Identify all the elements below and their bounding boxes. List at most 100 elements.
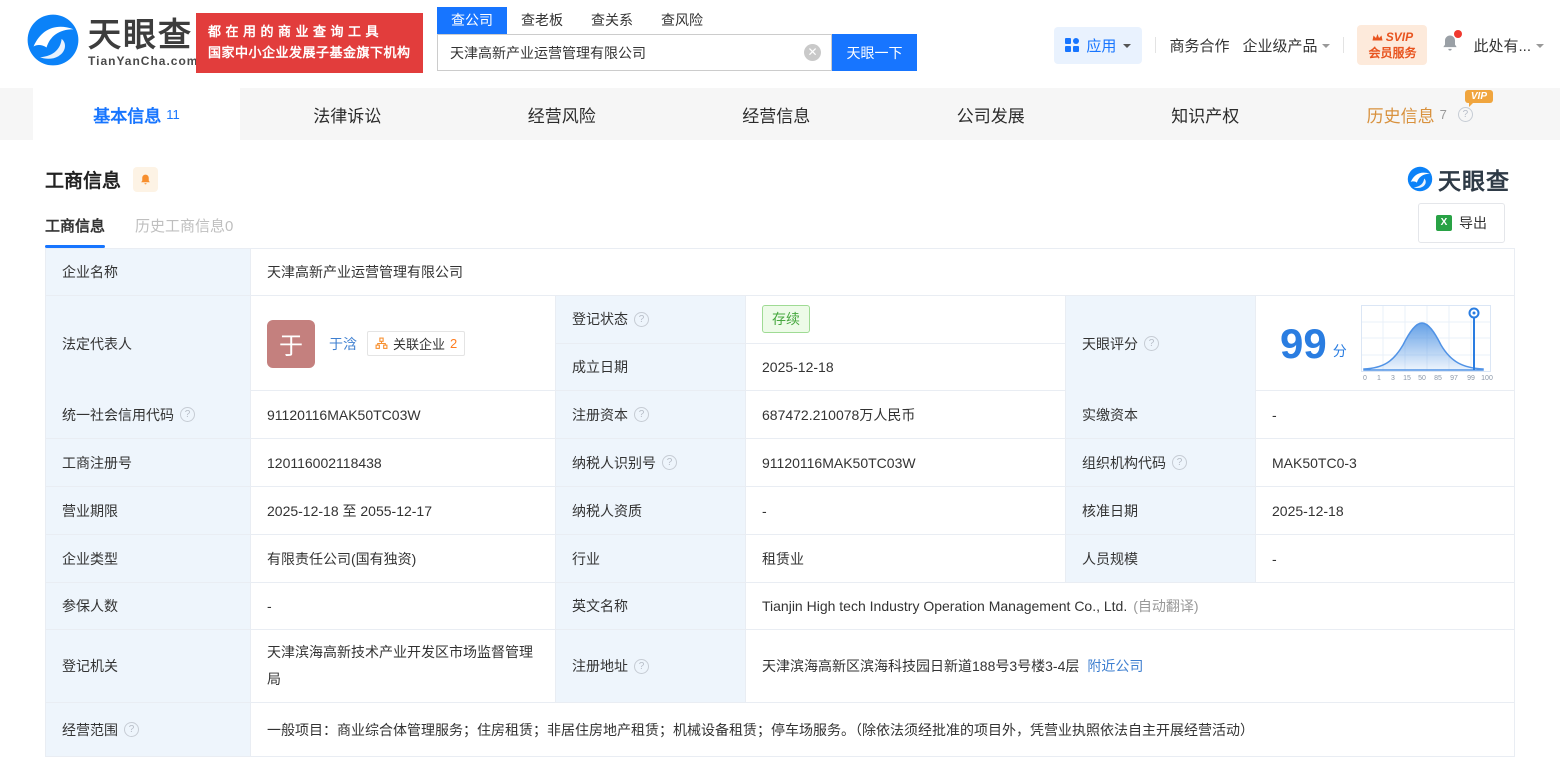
- table-row: 营业期限 2025-12-18 至 2055-12-17 纳税人资质 - 核准日…: [46, 487, 1514, 535]
- help-icon[interactable]: ?: [634, 658, 649, 674]
- search-tab-risk[interactable]: 查风险: [647, 7, 717, 34]
- search-tab-company[interactable]: 查公司: [437, 7, 507, 34]
- tab-basic-info[interactable]: 基本信息 11: [33, 88, 240, 140]
- tab-label: 经营风险: [527, 106, 596, 126]
- help-icon[interactable]: ?: [124, 722, 139, 737]
- header-menu: 应用 商务合作 企业级产品 SVIP 会员服务 此处有...: [1054, 25, 1544, 66]
- tab-label: 历史信息: [1366, 106, 1435, 126]
- excel-icon: X: [1436, 215, 1452, 231]
- business-term-value: 2025-12-18 至 2055-12-17: [251, 487, 556, 534]
- tianyancha-logo[interactable]: 天眼查 TianYanCha.com: [26, 13, 198, 72]
- logo-swirl-icon: [26, 13, 80, 72]
- org-code-label-cell: 组织机构代码 ?: [1066, 439, 1256, 486]
- staff-size-value: -: [1272, 550, 1277, 567]
- taxpayer-id-label: 纳税人识别号: [572, 454, 656, 471]
- legal-rep-name-link[interactable]: 于浛: [329, 334, 357, 354]
- established-value: 2025-12-18: [762, 358, 834, 375]
- score-value: 99: [1280, 319, 1327, 367]
- reg-number-label: 工商注册号: [46, 439, 251, 486]
- tab-label: 经营信息: [742, 106, 811, 126]
- taxpayer-id-label-cell: 纳税人识别号 ?: [556, 439, 746, 486]
- english-name-value: Tianjin High tech Industry Operation Man…: [762, 598, 1128, 614]
- search-tab-relation[interactable]: 查关系: [577, 7, 647, 34]
- reg-number-value: 120116002118438: [251, 439, 556, 486]
- subtab-business-info[interactable]: 工商信息: [45, 215, 106, 248]
- staff-size-label: 人员规模: [1066, 535, 1256, 582]
- related-companies-badge[interactable]: 关联企业 2: [367, 331, 466, 356]
- business-info-section-head: 工商信息 天眼查 工商信息 历史工商信息0 X 导出: [0, 140, 1560, 248]
- table-row: 法定代表人 于 于浛 关联企业 2 登记状态 ? 存续 成立日期 2025-12…: [46, 296, 1514, 391]
- clear-search-icon[interactable]: ✕: [804, 44, 821, 61]
- industry-value: 租赁业: [746, 535, 1066, 582]
- help-icon[interactable]: ?: [1172, 455, 1187, 470]
- table-row: 登记机关 天津滨海高新技术产业开发区市场监督管理局 注册地址 ? 天津滨海高新区…: [46, 630, 1514, 703]
- tab-history-info[interactable]: VIP 历史信息 7 ?: [1313, 88, 1528, 140]
- auto-translate-note: (自动翻译): [1133, 598, 1199, 614]
- menu-business-cooperation[interactable]: 商务合作: [1169, 35, 1229, 56]
- reg-address-label: 注册地址: [572, 658, 628, 674]
- score-distribution-chart: 0 1 3 15 50 85 97 99 100: [1360, 304, 1493, 382]
- help-icon[interactable]: ?: [1457, 106, 1473, 122]
- help-icon[interactable]: ?: [180, 407, 195, 422]
- export-button[interactable]: X 导出: [1418, 203, 1505, 243]
- tab-operating-risk[interactable]: 经营风险: [455, 88, 670, 140]
- business-scope-label: 经营范围: [62, 721, 118, 738]
- reg-address-label-cell: 注册地址 ?: [556, 630, 746, 702]
- reg-capital-label: 注册资本: [572, 406, 628, 423]
- reg-status-label: 登记状态: [572, 311, 628, 328]
- subscribe-bell-icon[interactable]: [133, 167, 159, 192]
- established-label: 成立日期: [556, 343, 746, 390]
- reg-address-cell: 天津滨海高新区滨海科技园日新道188号3号楼3-4层 附近公司: [746, 630, 1514, 702]
- legal-rep-avatar[interactable]: 于: [267, 319, 315, 368]
- company-name-value: 天津高新产业运营管理有限公司: [267, 264, 463, 280]
- reg-authority-value: 天津滨海高新技术产业开发区市场监督管理局: [251, 630, 556, 702]
- table-row: 企业名称 天津高新产业运营管理有限公司: [46, 249, 1514, 296]
- tab-company-development[interactable]: 公司发展: [884, 88, 1099, 140]
- score-unit: 分: [1332, 342, 1347, 359]
- slogan-line2: 国家中小企业发展子基金旗下机构: [208, 44, 411, 60]
- svip-line2: 会员服务: [1368, 46, 1417, 61]
- search-tab-boss[interactable]: 查老板: [507, 7, 577, 34]
- svip-member-button[interactable]: SVIP 会员服务: [1357, 25, 1428, 66]
- business-term-label: 营业期限: [46, 487, 251, 534]
- tab-legal-proceedings[interactable]: 法律诉讼: [240, 88, 455, 140]
- svg-text:1: 1: [1377, 375, 1381, 382]
- insured-value: -: [251, 583, 556, 629]
- search-input[interactable]: [437, 34, 832, 71]
- help-icon[interactable]: ?: [1144, 336, 1159, 351]
- company-type-label: 企业类型: [46, 535, 251, 582]
- svg-text:0: 0: [1363, 375, 1367, 382]
- help-icon[interactable]: ?: [634, 407, 649, 422]
- apps-menu[interactable]: 应用: [1054, 26, 1143, 64]
- user-label: 此处有...: [1473, 37, 1531, 55]
- score-cell: 99 分 0 1 3 15 50 85 97 99 100: [1256, 296, 1514, 391]
- score-label-cell: 天眼评分 ?: [1066, 296, 1256, 391]
- menu-enterprise-products[interactable]: 企业级产品: [1242, 35, 1331, 56]
- legal-rep-label: 法定代表人: [46, 296, 251, 391]
- divider: [1343, 37, 1345, 54]
- svg-text:85: 85: [1434, 375, 1442, 382]
- svg-text:50: 50: [1418, 375, 1426, 382]
- subtab-history-business-info[interactable]: 历史工商信息0: [135, 215, 233, 248]
- help-icon[interactable]: ?: [662, 455, 677, 470]
- related-badge-count: 2: [450, 336, 458, 351]
- related-badge-label: 关联企业: [393, 337, 446, 352]
- credit-code-label-cell: 统一社会信用代码 ?: [46, 391, 251, 438]
- help-icon[interactable]: ?: [634, 311, 649, 327]
- crown-icon: [1372, 33, 1383, 41]
- slogan-line1: 都在用的商业查询工具: [208, 24, 384, 39]
- svip-line1: SVIP: [1385, 30, 1414, 44]
- apps-label: 应用: [1086, 37, 1117, 55]
- search-button[interactable]: 天眼一下: [832, 34, 917, 71]
- nearby-companies-link[interactable]: 附近公司: [1087, 656, 1143, 676]
- tab-operating-info[interactable]: 经营信息: [669, 88, 884, 140]
- status-badge: 存续: [762, 305, 810, 334]
- notification-bell-icon[interactable]: [1440, 30, 1463, 57]
- table-row: 统一社会信用代码 ? 91120116MAK50TC03W 注册资本 ? 687…: [46, 391, 1514, 439]
- industry-label: 行业: [556, 535, 746, 582]
- table-row: 经营范围 ? 一般项目：商业综合体管理服务；住房租赁；非居住房地产租赁；机械设备…: [46, 703, 1514, 756]
- insured-label: 参保人数: [46, 583, 251, 629]
- company-name-label: 企业名称: [46, 249, 251, 295]
- tab-intellectual-property[interactable]: 知识产权: [1098, 88, 1313, 140]
- user-account-menu[interactable]: 此处有...: [1473, 35, 1544, 56]
